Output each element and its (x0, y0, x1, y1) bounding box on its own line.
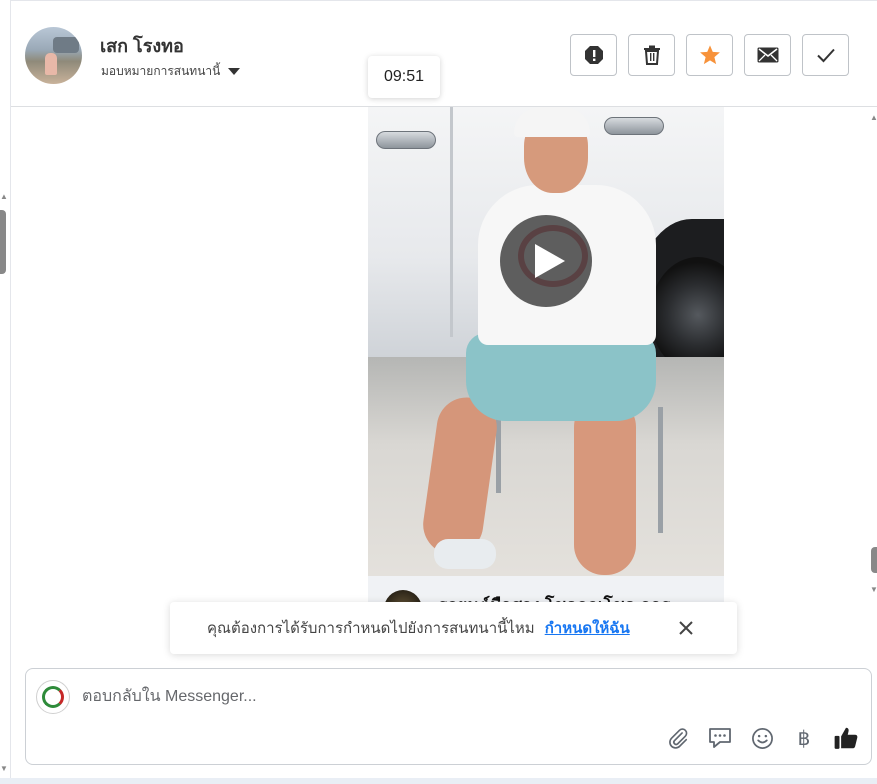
envelope-icon (757, 47, 778, 63)
page-logo-avatar (36, 680, 70, 714)
scroll-up-arrow-icon[interactable]: ▲ (0, 192, 8, 202)
check-icon (816, 48, 835, 63)
emoji-icon (751, 727, 773, 749)
thumbnail-door-handle (604, 117, 664, 135)
conversation-actions (570, 34, 849, 76)
currency-icon[interactable]: ฿ (791, 725, 817, 751)
reply-input[interactable] (82, 686, 842, 708)
play-button[interactable] (500, 215, 592, 307)
like-button[interactable] (833, 725, 859, 751)
mark-done-button[interactable] (802, 34, 849, 76)
composer-toolbar: ฿ (665, 725, 859, 751)
video-thumbnail[interactable] (368, 107, 724, 576)
scroll-up-arrow-icon[interactable]: ▲ (870, 113, 877, 122)
left-scrollbar[interactable]: ▲ ▼ (0, 0, 11, 784)
thumbnail-wheel-rim (650, 257, 724, 373)
right-scrollbar[interactable]: ▲ ▼ (869, 107, 877, 665)
thumbnail-person-shorts (466, 333, 656, 421)
scroll-down-arrow-icon[interactable]: ▼ (870, 585, 877, 594)
thumbnail-car-seam (450, 107, 453, 337)
star-icon (699, 45, 720, 65)
scroll-thumb[interactable] (0, 210, 6, 274)
attach-button[interactable] (665, 725, 691, 751)
mark-unread-button[interactable] (744, 34, 791, 76)
thumbnail-person-shoe (434, 539, 496, 569)
emoji-button[interactable] (749, 725, 775, 751)
star-button[interactable] (686, 34, 733, 76)
avatar-photo-car (53, 37, 79, 53)
contact-name[interactable]: เสก โรงทอ (100, 31, 184, 60)
assign-conversation-label: มอบหมายการสนทนานี้ (101, 64, 221, 78)
saved-reply-icon (709, 728, 731, 748)
paperclip-icon (669, 728, 688, 749)
scroll-down-arrow-icon[interactable]: ▼ (0, 764, 8, 774)
saved-replies-button[interactable] (707, 725, 733, 751)
message-thread[interactable]: รถยนต์มือสอง โชคลกเโชค ลอร (11, 107, 869, 665)
thumbnail-door-handle (376, 131, 436, 149)
message-timestamp-tooltip: 09:51 (368, 56, 440, 98)
play-icon (535, 244, 565, 278)
page-logo-ring (42, 686, 64, 708)
alert-octagon-icon (584, 46, 603, 64)
spam-button[interactable] (570, 34, 617, 76)
avatar-photo-child (45, 53, 57, 75)
contact-avatar[interactable] (25, 27, 82, 84)
assign-to-me-toast: คุณต้องการได้รับการกำหนดไปยังการสนทนานี้… (170, 602, 737, 654)
thumbnail-person-cap (514, 107, 590, 137)
assign-prompt-text: คุณต้องการได้รับการกำหนดไปยังการสนทนานี้… (207, 620, 535, 637)
caret-down-icon (228, 68, 241, 75)
assign-to-me-link[interactable]: กำหนดให้ฉัน (545, 616, 630, 640)
scroll-thumb[interactable] (871, 547, 877, 573)
conversation-header: เสก โรงทอ มอบหมายการสนทนานี้ (11, 0, 877, 107)
close-icon[interactable] (675, 617, 697, 639)
window-bottom-edge (0, 778, 877, 784)
trash-icon (643, 45, 660, 65)
assign-conversation-dropdown[interactable]: มอบหมายการสนทนานี้ (101, 62, 241, 81)
delete-button[interactable] (628, 34, 675, 76)
reply-composer: ฿ (25, 668, 872, 765)
video-message[interactable]: รถยนต์มือสอง โชคลกเโชค ลอร (368, 107, 724, 627)
thumbnail-person-leg (574, 397, 636, 575)
thumbs-up-icon (834, 727, 858, 749)
thumbnail-chair-leg (658, 407, 663, 533)
